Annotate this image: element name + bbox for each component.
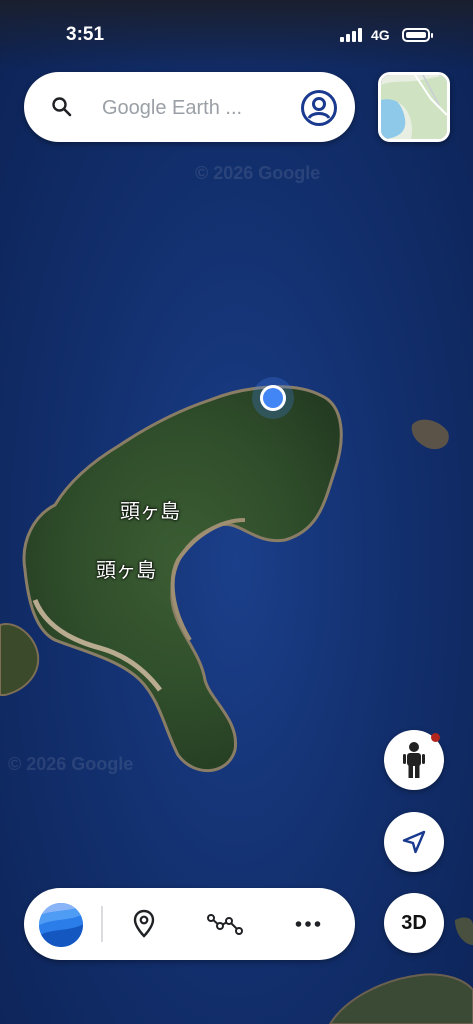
pegman-icon xyxy=(403,742,425,778)
toolbar-divider xyxy=(101,906,103,942)
map-style-thumbnail[interactable] xyxy=(378,72,450,142)
more-icon xyxy=(295,921,321,927)
bottom-toolbar xyxy=(24,888,355,960)
satellite-map[interactable] xyxy=(0,0,473,1024)
network-type: 4G xyxy=(371,27,390,43)
rocks-east xyxy=(411,419,449,450)
my-location-button[interactable] xyxy=(384,812,444,872)
islet-west xyxy=(0,623,40,696)
map-watermark: © 2026 Google xyxy=(195,163,321,183)
path-icon xyxy=(207,914,243,935)
map-watermark: © 2026 Google xyxy=(8,754,134,774)
map-thumbnail-image xyxy=(381,75,447,139)
google-earth-screen: © 2026 Google © 2026 Google 頭ヶ島 頭ヶ島 3:51… xyxy=(0,0,473,1024)
earth-logo-icon[interactable] xyxy=(38,902,84,948)
pin-button[interactable] xyxy=(124,904,164,944)
notification-dot xyxy=(431,733,440,742)
search-input[interactable] xyxy=(100,92,304,124)
battery-icon xyxy=(402,28,433,42)
status-time: 3:51 xyxy=(66,24,105,45)
land-southeast xyxy=(328,973,473,1024)
3d-toggle-button[interactable]: 3D xyxy=(384,893,444,953)
status-bar: 3:51 4G xyxy=(0,0,473,70)
measure-path-button[interactable] xyxy=(205,904,245,944)
current-location-marker[interactable] xyxy=(252,377,294,419)
rock-right-edge xyxy=(455,917,473,945)
search-icon[interactable] xyxy=(51,96,73,118)
signal-icon xyxy=(340,28,362,42)
place-label[interactable]: 頭ヶ島 xyxy=(96,554,156,583)
more-button[interactable] xyxy=(288,904,328,944)
place-label[interactable]: 頭ヶ島 xyxy=(120,495,180,524)
navigation-arrow-icon xyxy=(402,830,426,854)
pin-icon xyxy=(133,909,155,938)
island-main xyxy=(22,385,343,772)
search-bar[interactable] xyxy=(24,72,355,142)
account-icon[interactable] xyxy=(300,89,338,127)
